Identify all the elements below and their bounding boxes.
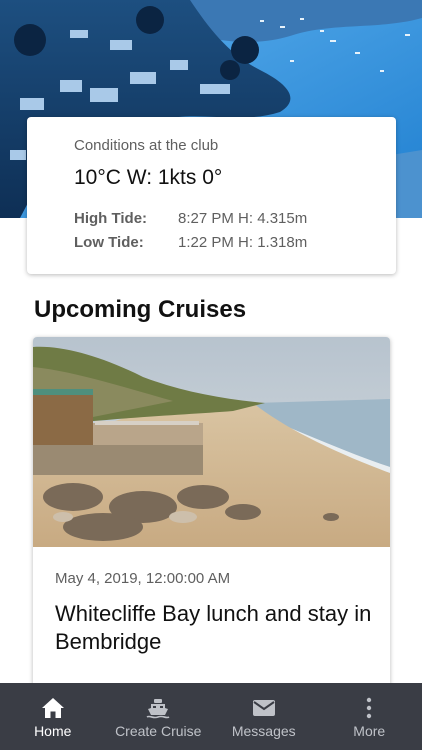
tab-home-label: Home	[34, 723, 72, 739]
cruise-beach-image	[33, 337, 390, 547]
tab-messages[interactable]: Messages	[211, 683, 317, 750]
cruise-card[interactable]: May 4, 2019, 12:00:00 AM Whitecliffe Bay…	[33, 337, 390, 697]
upcoming-cruises-heading: Upcoming Cruises	[34, 296, 247, 323]
conditions-card: Conditions at the club 10°C W: 1kts 0° H…	[27, 117, 396, 274]
cruise-title: Whitecliffe Bay lunch and stay in Bembri…	[55, 601, 372, 654]
weather-summary: 10°C W: 1kts 0°	[74, 166, 223, 189]
tab-messages-label: Messages	[231, 723, 296, 739]
home-icon	[41, 698, 64, 718]
envelope-icon	[252, 700, 275, 716]
tab-more[interactable]: More	[317, 683, 422, 750]
home-screen: Conditions at the club 10°C W: 1kts 0° H…	[0, 0, 422, 750]
low-tide-row: Low Tide: 1:22 PM H: 1.318m	[74, 234, 396, 252]
tab-home[interactable]: Home	[0, 683, 106, 750]
bottom-tab-bar: Home Create Cruise Messages More	[0, 683, 422, 750]
tab-more-label: More	[353, 723, 386, 739]
cruise-date: May 4, 2019, 12:00:00 AM	[55, 570, 231, 587]
high-tide-label: High Tide:	[74, 210, 148, 227]
more-vertical-icon	[367, 697, 372, 719]
low-tide-value: 1:22 PM H: 1.318m	[178, 234, 308, 251]
boat-icon	[146, 699, 170, 719]
tab-create-cruise[interactable]: Create Cruise	[106, 683, 212, 750]
high-tide-value: 8:27 PM H: 4.315m	[178, 210, 308, 227]
low-tide-label: Low Tide:	[74, 234, 144, 251]
tab-create-cruise-label: Create Cruise	[115, 723, 202, 739]
conditions-title: Conditions at the club	[74, 137, 219, 154]
high-tide-row: High Tide: 8:27 PM H: 4.315m	[74, 210, 396, 228]
